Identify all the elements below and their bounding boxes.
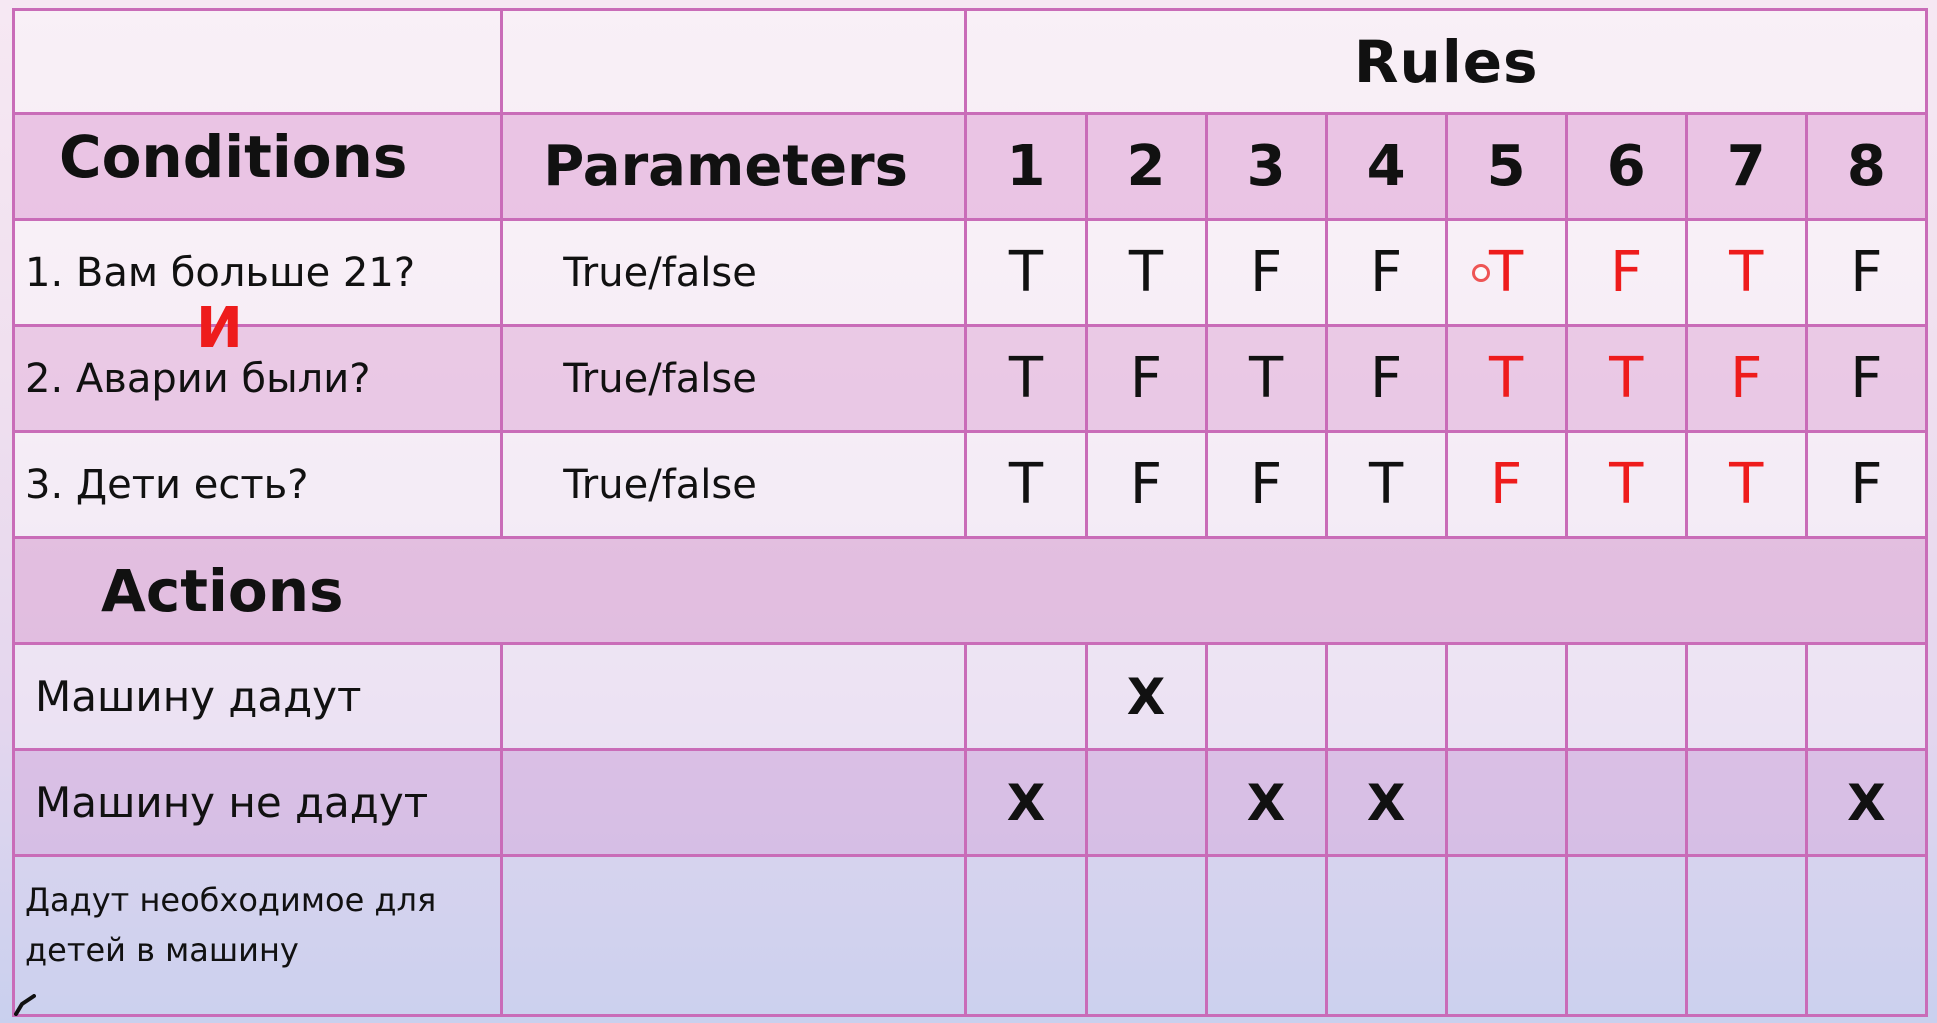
action-mark (1204, 854, 1328, 1017)
action-row: Дадут необходимое для детей в машину (11, 854, 1929, 1017)
rule-number: 2 (1084, 112, 1208, 221)
condition-value: F (1564, 218, 1688, 327)
action-mark: X (1324, 748, 1448, 857)
condition-value: T (1324, 430, 1448, 539)
actions-header-row: Actions (12, 536, 1928, 645)
action-row: Машину не дадут X X X X (11, 748, 1929, 857)
action-mark (1564, 748, 1688, 857)
condition-label: 3. Дети есть? (11, 430, 504, 539)
handwritten-annotation: И (196, 296, 243, 361)
condition-value: T (1684, 430, 1808, 539)
pointer-icon (1472, 264, 1490, 282)
action-mark (1084, 748, 1208, 857)
condition-value: T (1204, 324, 1328, 433)
empty-cell (500, 748, 968, 857)
action-mark (1684, 748, 1808, 857)
action-mark (964, 854, 1088, 1017)
condition-parameter: True/false (500, 218, 968, 327)
condition-value: T (1444, 218, 1568, 327)
action-mark (1444, 854, 1568, 1017)
rule-number: 7 (1684, 112, 1808, 221)
empty-cell (11, 8, 504, 115)
condition-value: T (1564, 324, 1688, 433)
action-mark: X (964, 748, 1088, 857)
condition-value: F (1684, 324, 1808, 433)
action-mark (1804, 854, 1929, 1017)
condition-value: F (1804, 324, 1929, 433)
parameters-header: Parameters (500, 112, 968, 221)
condition-value: F (1084, 324, 1208, 433)
condition-label: 2. Аварии были? (11, 324, 504, 433)
conditions-header: Conditions (11, 112, 504, 221)
condition-value: T (1444, 324, 1568, 433)
rule-number: 6 (1564, 112, 1688, 221)
condition-value: F (1084, 430, 1208, 539)
action-mark (1084, 854, 1208, 1017)
slide: Rules Conditions Parameters 1 2 3 4 5 6 … (0, 0, 1937, 1023)
rule-number: 8 (1804, 112, 1929, 221)
decision-table: Rules Conditions Parameters 1 2 3 4 5 6 … (11, 8, 1929, 1017)
action-mark (1564, 854, 1688, 1017)
condition-parameter: True/false (500, 430, 968, 539)
empty-cell (500, 854, 968, 1017)
action-mark (964, 642, 1088, 751)
rule-number: 4 (1324, 112, 1448, 221)
condition-label: 1. Вам больше 21? (11, 218, 504, 327)
condition-value: F (1444, 430, 1568, 539)
condition-value: T (1684, 218, 1808, 327)
action-mark (1684, 642, 1808, 751)
action-mark (1444, 748, 1568, 857)
action-label: Машину дадут (11, 642, 504, 751)
condition-value: F (1804, 218, 1929, 327)
action-mark (1804, 642, 1929, 751)
condition-value: F (1324, 218, 1448, 327)
pen-mark-icon (14, 994, 36, 1016)
actions-header: Actions (12, 536, 1928, 645)
empty-cell (500, 642, 968, 751)
action-label: Дадут необходимое для детей в машину (11, 854, 504, 1017)
action-mark (1324, 642, 1448, 751)
rule-number: 5 (1444, 112, 1568, 221)
condition-parameter: True/false (500, 324, 968, 433)
rule-number: 1 (964, 112, 1088, 221)
empty-cell (500, 8, 968, 115)
condition-value: T (1084, 218, 1208, 327)
condition-value: T (1564, 430, 1688, 539)
action-mark: X (1204, 748, 1328, 857)
condition-row: 1. Вам больше 21? True/false T T F F T F… (11, 218, 1929, 327)
action-row: Машину дадут X (11, 642, 1929, 751)
action-mark (1444, 642, 1568, 751)
rule-number: 3 (1204, 112, 1328, 221)
condition-row: 2. Аварии были? True/false T F T F T T F… (11, 324, 1929, 433)
condition-value: F (1204, 430, 1328, 539)
condition-value: F (1324, 324, 1448, 433)
condition-value: T (964, 324, 1088, 433)
action-mark: X (1804, 748, 1929, 857)
condition-value: F (1204, 218, 1328, 327)
condition-value: F (1804, 430, 1929, 539)
action-mark (1684, 854, 1808, 1017)
action-label: Машину не дадут (11, 748, 504, 857)
rules-title: Rules (964, 8, 1928, 115)
action-mark: X (1084, 642, 1208, 751)
action-mark (1204, 642, 1328, 751)
header-row: Conditions Parameters 1 2 3 4 5 6 7 8 (11, 112, 1929, 221)
action-mark (1564, 642, 1688, 751)
condition-value: T (964, 430, 1088, 539)
rules-title-row: Rules (11, 8, 1928, 115)
action-mark (1324, 854, 1448, 1017)
condition-value: T (964, 218, 1088, 327)
condition-row: 3. Дети есть? True/false T F F T F T T F (11, 430, 1929, 539)
